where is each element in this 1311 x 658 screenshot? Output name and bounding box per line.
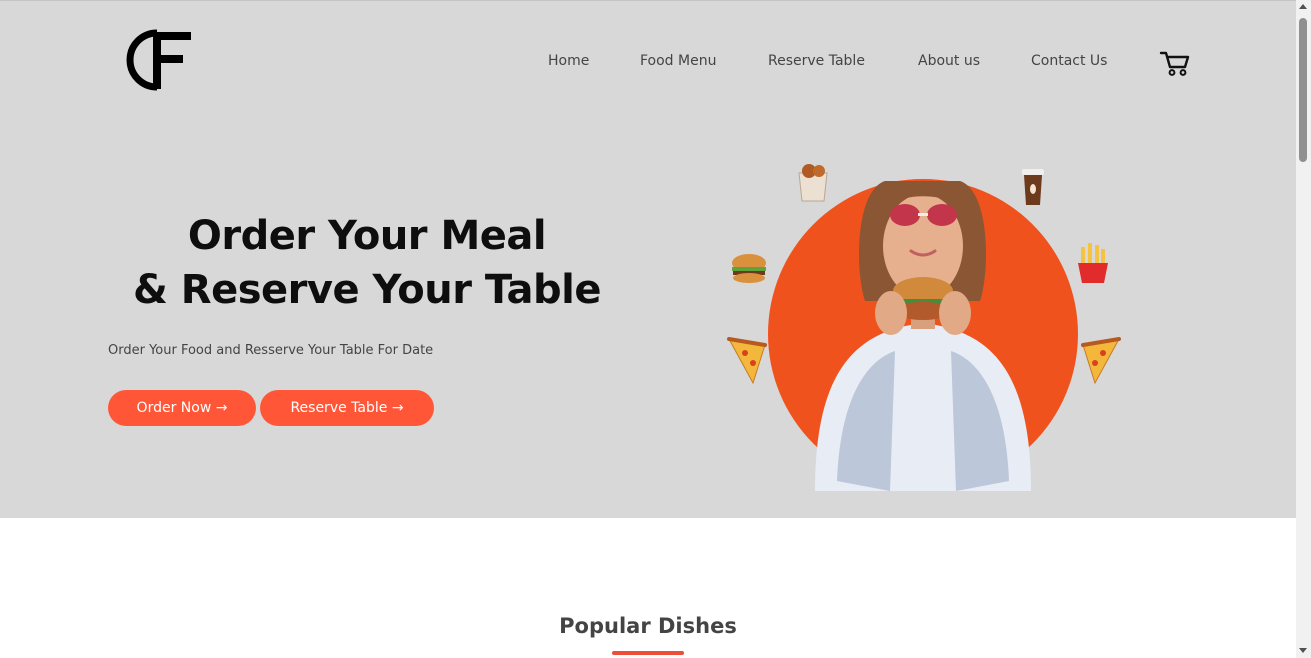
nav-contact-us[interactable]: Contact Us: [1031, 53, 1107, 69]
hero-headline: Order Your Meal & Reserve Your Table: [108, 209, 626, 317]
hero-section: Home Food Menu Reserve Table About us Co…: [0, 0, 1296, 518]
nav-home[interactable]: Home: [548, 53, 589, 69]
cf-logo[interactable]: [126, 29, 194, 91]
reserve-table-button[interactable]: Reserve Table →: [260, 390, 434, 426]
title-underline: [612, 651, 684, 655]
scroll-thumb[interactable]: [1299, 18, 1307, 162]
hero-image: [727, 164, 1121, 491]
hero-subtitle: Order Your Food and Resserve Your Table …: [108, 343, 434, 358]
nav-food-menu[interactable]: Food Menu: [640, 53, 716, 69]
headline-line-2: & Reserve Your Table: [132, 267, 602, 313]
nav-reserve-table[interactable]: Reserve Table: [768, 53, 865, 69]
shopping-cart-icon[interactable]: [1159, 49, 1191, 77]
scroll-down-arrow-icon[interactable]: [1299, 648, 1307, 653]
popular-dishes-title: Popular Dishes: [559, 614, 737, 638]
page-scrollbar[interactable]: [1296, 0, 1311, 658]
headline-line-1: Order Your Meal: [187, 213, 547, 259]
scroll-up-arrow-icon[interactable]: [1299, 4, 1307, 9]
nav-about-us[interactable]: About us: [918, 53, 980, 69]
order-now-button[interactable]: Order Now →: [108, 390, 256, 426]
